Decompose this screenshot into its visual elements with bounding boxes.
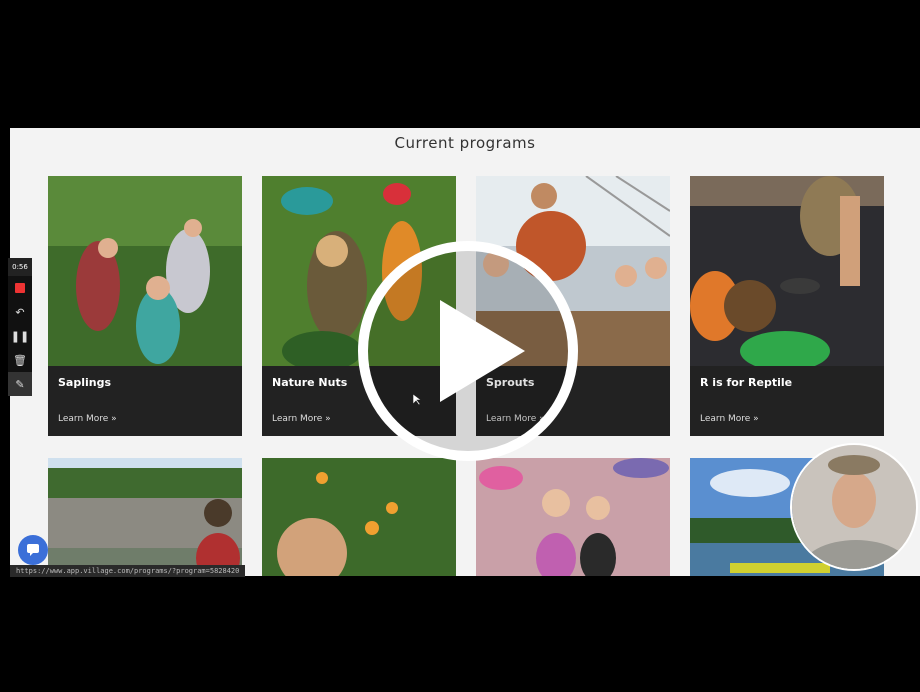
page-title: Current programs	[394, 134, 536, 152]
chat-icon	[27, 544, 39, 556]
chat-button[interactable]	[18, 535, 48, 565]
recorder-toolbar: 0:56 ↶ ❚❚ 🗑 ✎	[8, 258, 32, 396]
pause-icon[interactable]: ❚❚	[8, 324, 32, 348]
cursor-icon	[413, 394, 421, 406]
program-card[interactable]	[476, 458, 670, 576]
program-photo	[48, 458, 242, 576]
program-photo	[262, 458, 456, 576]
webcam-bubble	[790, 443, 918, 571]
record-icon[interactable]	[8, 276, 32, 300]
program-name: Nature Nuts	[272, 376, 348, 389]
play-icon[interactable]	[355, 238, 581, 464]
learn-more-link[interactable]: Learn More »	[58, 414, 117, 424]
learn-more-link[interactable]: Learn More »	[700, 414, 759, 424]
program-card[interactable]	[262, 458, 456, 576]
trash-icon[interactable]: 🗑	[8, 348, 32, 372]
program-name: Saplings	[58, 376, 112, 389]
program-photo	[690, 176, 884, 366]
program-card-saplings[interactable]: Saplings Learn More »	[48, 176, 242, 436]
program-name: R is for Reptile	[700, 376, 793, 389]
recording-timer: 0:56	[8, 258, 32, 276]
pen-icon[interactable]: ✎	[8, 372, 32, 396]
undo-icon[interactable]: ↶	[8, 300, 32, 324]
learn-more-link[interactable]: Learn More »	[272, 414, 331, 424]
program-photo	[48, 176, 242, 366]
program-card-r-is-for-reptile[interactable]: R is for Reptile Learn More »	[690, 176, 884, 436]
program-card[interactable]	[48, 458, 242, 576]
presenter-avatar	[792, 445, 916, 569]
status-bar-url: https://www.app.village.com/programs/?pr…	[10, 565, 246, 577]
program-photo	[476, 458, 670, 576]
